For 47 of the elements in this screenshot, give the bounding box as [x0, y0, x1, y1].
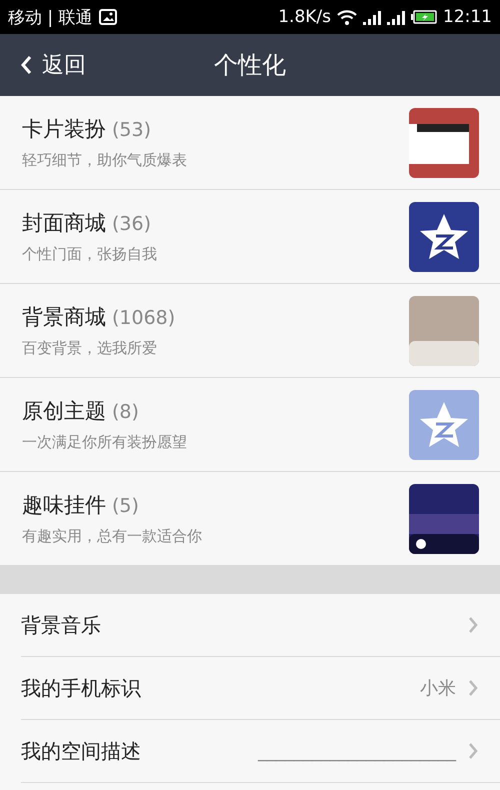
image-icon [98, 9, 117, 25]
setting-value: 小米 [420, 677, 456, 700]
list-item[interactable]: 封面商城 (36) 个性门面，张扬自我 [0, 190, 500, 284]
night-sky-picture [409, 484, 479, 554]
setting-label: 背景音乐 [21, 612, 101, 638]
settings-row[interactable]: 我的手机标识 小米 [21, 657, 500, 720]
item-subtitle: 个性门面，张扬自我 [22, 245, 157, 264]
clock-time: 12:11 [443, 7, 492, 27]
item-subtitle: 一次满足你所有装扮愿望 [22, 433, 187, 452]
item-count: (53) [112, 119, 152, 141]
star-thumbnail [409, 390, 479, 460]
back-chevron-icon [20, 55, 32, 75]
setting-label: 我的手机标识 [21, 674, 141, 702]
network-speed: 1.8K/s [278, 7, 331, 27]
item-count: (8) [112, 401, 139, 423]
setting-value: ______________________ [258, 740, 456, 762]
item-count: (5) [112, 495, 139, 517]
list-item[interactable]: 背景商城 (1068) 百变背景，选我所爱 [0, 284, 500, 378]
carrier-text: 移动 | 联通 [8, 6, 93, 28]
item-title: 背景商城 [22, 304, 106, 331]
item-count: (1068) [112, 307, 176, 329]
signal-icon [387, 9, 405, 25]
item-title: 卡片装扮 [22, 116, 106, 143]
back-button[interactable]: 返回 [0, 44, 96, 86]
item-title: 趣味挂件 [22, 492, 106, 519]
setting-label: 我的空间描述 [21, 738, 141, 764]
settings-row[interactable]: 我的空间描述 ______________________ [21, 720, 500, 783]
wifi-icon [337, 9, 357, 25]
settings-row[interactable]: 背景音乐 [21, 594, 500, 657]
battery-icon [411, 10, 437, 24]
chevron-right-icon [468, 742, 478, 760]
item-count: (36) [112, 213, 152, 235]
item-title: 原创主题 [22, 398, 106, 425]
list-item[interactable]: 卡片装扮 (53) 轻巧细节，助你气质爆表 [0, 96, 500, 190]
chevron-right-icon [468, 679, 478, 697]
list-item[interactable]: 趣味挂件 (5) 有趣实用，总有一款适合你 [0, 472, 500, 566]
photo-placeholder [409, 296, 479, 366]
item-subtitle: 轻巧细节，助你气质爆表 [22, 151, 187, 170]
star-thumbnail [409, 202, 479, 272]
item-subtitle: 有趣实用，总有一款适合你 [22, 527, 202, 546]
page-title: 个性化 [214, 50, 286, 81]
list-item[interactable]: 原创主题 (8) 一次满足你所有装扮愿望 [0, 378, 500, 472]
thumbnail-picture [409, 108, 479, 178]
chevron-right-icon [468, 616, 478, 634]
item-subtitle: 百变背景，选我所爱 [22, 339, 158, 358]
item-title: 封面商城 [22, 210, 106, 237]
signal-icon [363, 9, 381, 25]
